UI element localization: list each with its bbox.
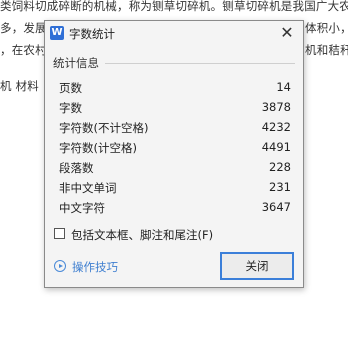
stat-value: 3647 xyxy=(261,200,291,214)
close-button[interactable]: 关闭 xyxy=(220,252,294,280)
stat-row-chinese-chars: 中文字符 3647 xyxy=(59,197,291,217)
play-circle-icon[interactable] xyxy=(54,260,66,272)
tips-label[interactable]: 操作技巧 xyxy=(72,259,118,275)
stat-row-chars-with-spaces: 字符数(计空格) 4491 xyxy=(59,137,291,157)
stat-row-chars-no-spaces: 字符数(不计空格) 4232 xyxy=(59,117,291,137)
stat-label: 字符数(计空格) xyxy=(59,141,137,155)
stat-value: 3878 xyxy=(261,100,291,114)
document-line: 类饲料切成碎断的机械，称为铡草切碎机。铡草切碎机是我国广大农 xyxy=(0,0,348,13)
stat-value: 228 xyxy=(269,160,291,174)
stats-list: 页数 14 字数 3878 字符数(不计空格) 4232 字符数(计空格) 44… xyxy=(59,77,291,217)
wps-writer-icon: W xyxy=(50,26,64,40)
stat-row-paragraphs: 段落数 228 xyxy=(59,157,291,177)
stat-label: 字符数(不计空格) xyxy=(59,121,149,135)
dialog-titlebar[interactable]: W 字数统计 ✕ xyxy=(45,21,303,47)
stat-row-words: 字数 3878 xyxy=(59,97,291,117)
stat-value: 4232 xyxy=(261,120,291,134)
stat-label: 字数 xyxy=(59,101,82,115)
document-line: 多，发展 xyxy=(0,21,47,35)
dialog-title: 字数统计 xyxy=(69,27,115,41)
stat-label: 非中文单词 xyxy=(59,181,117,195)
group-title: 统计信息 xyxy=(53,56,99,70)
stat-row-non-chinese-words: 非中文单词 231 xyxy=(59,177,291,197)
word-count-dialog: W 字数统计 ✕ 统计信息 页数 14 字数 3878 字符数(不计空格) 42… xyxy=(44,20,304,288)
checkbox-label[interactable]: 包括文本框、脚注和尾注(F) xyxy=(71,227,213,243)
document-line: 机 材料 xyxy=(0,79,39,93)
document-line: 体积小， xyxy=(305,21,348,35)
stat-label: 页数 xyxy=(59,81,82,95)
document-line: ，在农村 xyxy=(0,43,47,57)
stat-value: 231 xyxy=(269,180,291,194)
group-divider xyxy=(105,63,295,64)
stat-label: 段落数 xyxy=(59,161,94,175)
stat-row-pages: 页数 14 xyxy=(59,77,291,97)
document-line: 机和秸秆 xyxy=(305,43,348,57)
stat-label: 中文字符 xyxy=(59,201,105,215)
stat-value: 4491 xyxy=(261,140,291,154)
stat-value: 14 xyxy=(276,80,291,94)
checkbox-box[interactable] xyxy=(54,228,65,239)
close-icon[interactable]: ✕ xyxy=(277,23,297,43)
